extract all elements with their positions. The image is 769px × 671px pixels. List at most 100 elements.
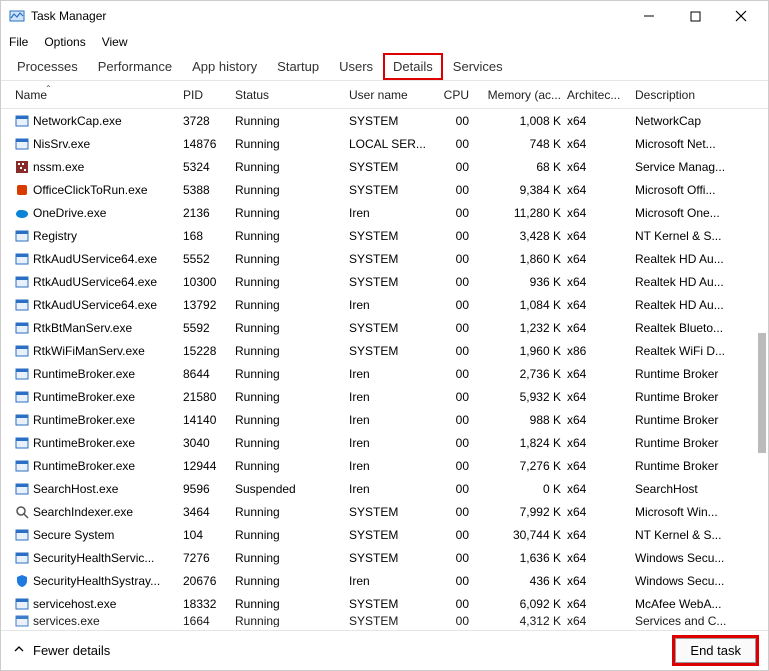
app-icon xyxy=(15,229,29,243)
table-row[interactable]: RtkWiFiManServ.exe 15228 Running SYSTEM … xyxy=(1,339,768,362)
process-memory: 0 K xyxy=(475,482,567,496)
process-memory: 988 K xyxy=(475,413,567,427)
table-row[interactable]: SearchIndexer.exe 3464 Running SYSTEM 00… xyxy=(1,500,768,523)
process-name: Secure System xyxy=(33,528,114,542)
process-memory: 1,084 K xyxy=(475,298,567,312)
maximize-button[interactable] xyxy=(672,1,718,31)
process-status: Running xyxy=(235,137,349,151)
header-description[interactable]: Description xyxy=(635,88,745,102)
process-cpu: 00 xyxy=(433,390,475,404)
table-row[interactable]: RtkAudUService64.exe 5552 Running SYSTEM… xyxy=(1,247,768,270)
process-name: services.exe xyxy=(33,615,100,627)
process-user: Iren xyxy=(349,390,433,404)
scroll-thumb[interactable] xyxy=(758,333,766,453)
header-status[interactable]: Status xyxy=(235,88,349,102)
close-button[interactable] xyxy=(718,1,764,31)
shield-icon xyxy=(15,574,29,588)
process-memory: 5,932 K xyxy=(475,390,567,404)
process-user: SYSTEM xyxy=(349,528,433,542)
table-row[interactable]: Registry 168 Running SYSTEM 00 3,428 K x… xyxy=(1,224,768,247)
process-arch: x64 xyxy=(567,597,635,611)
process-user: Iren xyxy=(349,459,433,473)
table-row[interactable]: RtkBtManServ.exe 5592 Running SYSTEM 00 … xyxy=(1,316,768,339)
process-name: RtkWiFiManServ.exe xyxy=(33,344,145,358)
table-row[interactable]: RtkAudUService64.exe 10300 Running SYSTE… xyxy=(1,270,768,293)
process-status: Running xyxy=(235,298,349,312)
header-cpu[interactable]: CPU xyxy=(433,88,475,102)
process-status: Running xyxy=(235,114,349,128)
menu-file[interactable]: File xyxy=(9,35,28,49)
process-desc: Runtime Broker xyxy=(635,413,745,427)
tab-details[interactable]: Details xyxy=(383,53,443,80)
process-user: SYSTEM xyxy=(349,114,433,128)
fewer-details-toggle[interactable]: Fewer details xyxy=(13,643,110,658)
process-desc: Services and C... xyxy=(635,615,745,627)
process-cpu: 00 xyxy=(433,275,475,289)
table-row[interactable]: SearchHost.exe 9596 Suspended Iren 00 0 … xyxy=(1,477,768,500)
end-task-button[interactable]: End task xyxy=(675,638,756,663)
process-pid: 5552 xyxy=(183,252,235,266)
process-memory: 7,992 K xyxy=(475,505,567,519)
process-user: SYSTEM xyxy=(349,229,433,243)
tab-processes[interactable]: Processes xyxy=(7,53,88,80)
process-name: RuntimeBroker.exe xyxy=(33,413,135,427)
tab-performance[interactable]: Performance xyxy=(88,53,182,80)
table-row[interactable]: RuntimeBroker.exe 8644 Running Iren 00 2… xyxy=(1,362,768,385)
table-row[interactable]: RuntimeBroker.exe 14140 Running Iren 00 … xyxy=(1,408,768,431)
table-row[interactable]: services.exe 1664 Running SYSTEM 00 4,31… xyxy=(1,615,768,627)
minimize-button[interactable] xyxy=(626,1,672,31)
process-status: Running xyxy=(235,459,349,473)
process-user: SYSTEM xyxy=(349,321,433,335)
table-row[interactable]: SecurityHealthServic... 7276 Running SYS… xyxy=(1,546,768,569)
process-arch: x64 xyxy=(567,482,635,496)
header-name[interactable]: Name ⌃ xyxy=(15,88,183,102)
process-memory: 7,276 K xyxy=(475,459,567,473)
process-arch: x64 xyxy=(567,114,635,128)
scrollbar[interactable] xyxy=(752,83,768,631)
table-row[interactable]: nssm.exe 5324 Running SYSTEM 00 68 K x64… xyxy=(1,155,768,178)
header-architecture[interactable]: Architec... xyxy=(567,88,635,102)
process-name: RtkAudUService64.exe xyxy=(33,275,157,289)
process-status: Running xyxy=(235,367,349,381)
tab-users[interactable]: Users xyxy=(329,53,383,80)
header-pid[interactable]: PID xyxy=(183,88,235,102)
process-pid: 5592 xyxy=(183,321,235,335)
app-icon xyxy=(15,436,29,450)
process-arch: x64 xyxy=(567,367,635,381)
process-arch: x64 xyxy=(567,574,635,588)
process-pid: 18332 xyxy=(183,597,235,611)
table-row[interactable]: Secure System 104 Running SYSTEM 00 30,7… xyxy=(1,523,768,546)
process-arch: x64 xyxy=(567,183,635,197)
table-row[interactable]: RuntimeBroker.exe 3040 Running Iren 00 1… xyxy=(1,431,768,454)
table-row[interactable]: RtkAudUService64.exe 13792 Running Iren … xyxy=(1,293,768,316)
process-cpu: 00 xyxy=(433,574,475,588)
header-memory[interactable]: Memory (ac... xyxy=(475,88,567,102)
process-memory: 1,824 K xyxy=(475,436,567,450)
tab-services[interactable]: Services xyxy=(443,53,513,80)
table-row[interactable]: NetworkCap.exe 3728 Running SYSTEM 00 1,… xyxy=(1,109,768,132)
header-user[interactable]: User name xyxy=(349,88,433,102)
process-desc: Windows Secu... xyxy=(635,551,745,565)
process-desc: Realtek HD Au... xyxy=(635,275,745,289)
app-icon xyxy=(15,597,29,611)
title-bar: Task Manager xyxy=(1,1,768,31)
process-list[interactable]: NetworkCap.exe 3728 Running SYSTEM 00 1,… xyxy=(1,109,768,629)
tab-app-history[interactable]: App history xyxy=(182,53,267,80)
process-memory: 748 K xyxy=(475,137,567,151)
process-status: Running xyxy=(235,206,349,220)
table-row[interactable]: NisSrv.exe 14876 Running LOCAL SER... 00… xyxy=(1,132,768,155)
table-row[interactable]: OfficeClickToRun.exe 5388 Running SYSTEM… xyxy=(1,178,768,201)
process-user: Iren xyxy=(349,413,433,427)
table-row[interactable]: OneDrive.exe 2136 Running Iren 00 11,280… xyxy=(1,201,768,224)
table-row[interactable]: servicehost.exe 18332 Running SYSTEM 00 … xyxy=(1,592,768,615)
process-status: Running xyxy=(235,321,349,335)
menu-options[interactable]: Options xyxy=(44,35,85,49)
table-row[interactable]: SecurityHealthSystray... 20676 Running I… xyxy=(1,569,768,592)
tab-startup[interactable]: Startup xyxy=(267,53,329,80)
process-pid: 5388 xyxy=(183,183,235,197)
app-icon xyxy=(15,321,29,335)
table-row[interactable]: RuntimeBroker.exe 12944 Running Iren 00 … xyxy=(1,454,768,477)
table-row[interactable]: RuntimeBroker.exe 21580 Running Iren 00 … xyxy=(1,385,768,408)
menu-view[interactable]: View xyxy=(102,35,128,49)
process-memory: 4,312 K xyxy=(475,615,567,627)
